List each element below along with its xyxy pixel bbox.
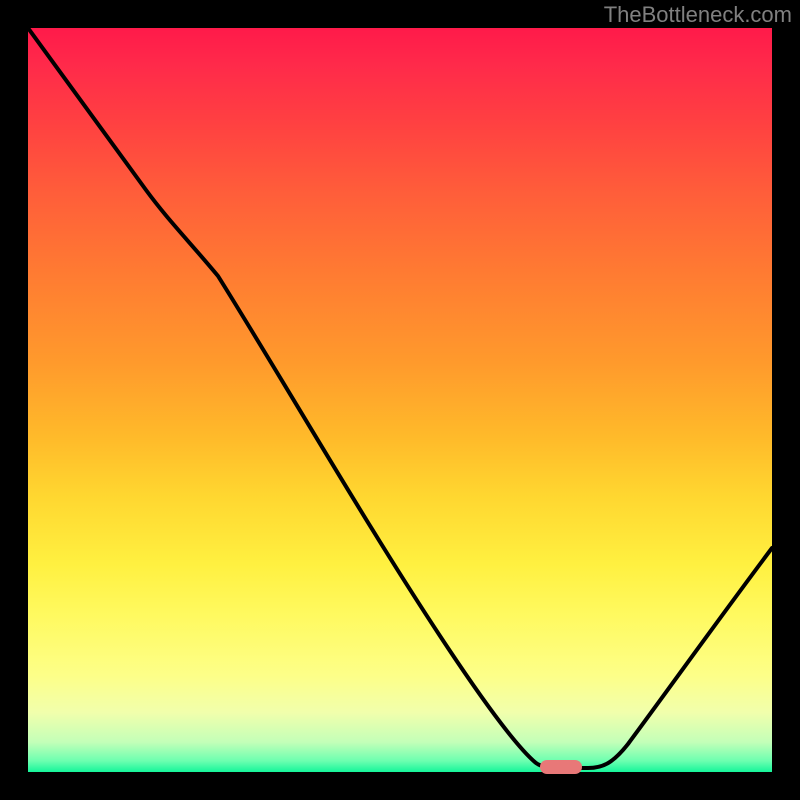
watermark-text: TheBottleneck.com: [604, 2, 792, 28]
curve-path: [28, 28, 772, 768]
optimal-marker: [540, 760, 582, 774]
plot-area: [28, 28, 772, 772]
chart-container: TheBottleneck.com: [0, 0, 800, 800]
bottleneck-curve: [28, 28, 772, 772]
